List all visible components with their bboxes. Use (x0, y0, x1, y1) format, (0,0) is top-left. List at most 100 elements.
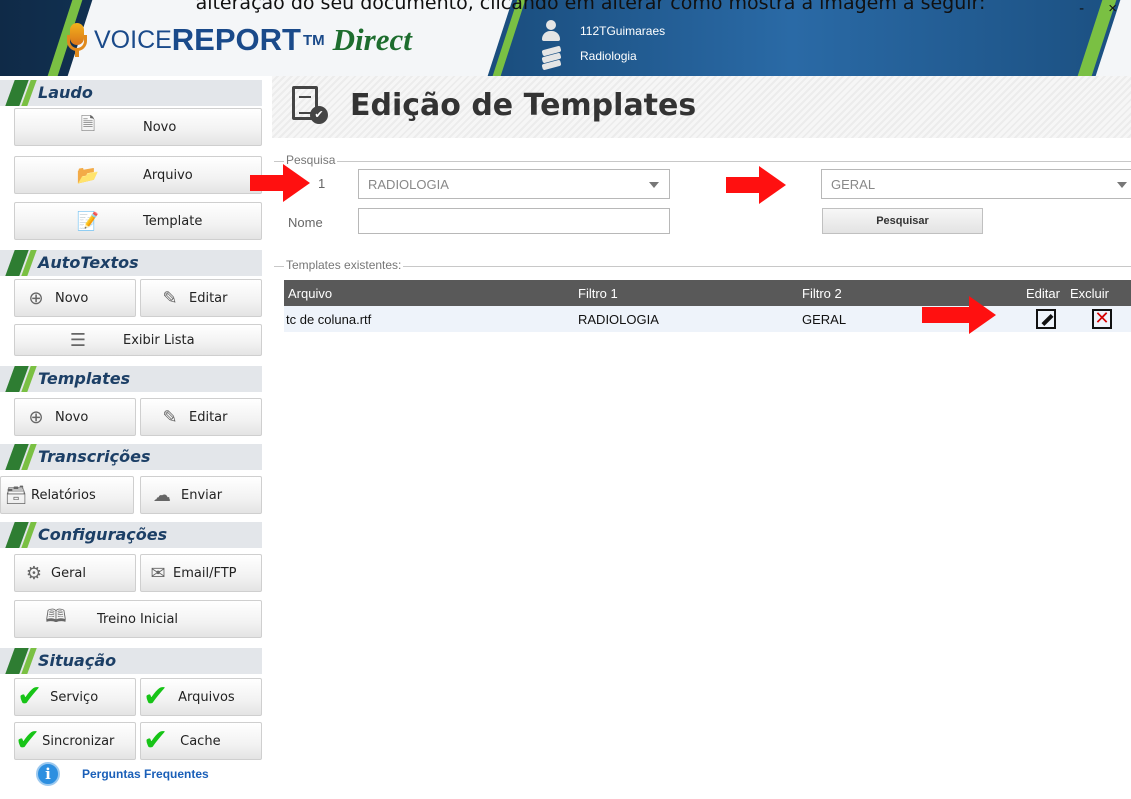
window-controls[interactable]: - × (1079, 0, 1127, 17)
autotextos-novo-button[interactable]: ⊕ Novo (14, 279, 136, 317)
arquivos-label: Arquivos (178, 689, 235, 705)
section-templates-label: Templates (38, 369, 131, 388)
check-icon: ✔ (17, 679, 43, 714)
department-info: Radiologia (540, 45, 637, 71)
gears-icon: ⚙ (25, 562, 43, 584)
treino-inicial-button[interactable]: 🕮 Treino Inicial (14, 600, 262, 638)
laudo-template-button[interactable]: 📝 Template (14, 202, 262, 240)
autotextos-exibir-lista-button[interactable]: ☰ Exibir Lista (14, 324, 262, 356)
app-logo: VOICE REPORT TM Direct (66, 22, 412, 58)
email-ftp-label: Email/FTP (173, 565, 237, 581)
logo-voice: VOICE (94, 25, 172, 54)
templates-editar-label: Editar (189, 409, 228, 425)
column-filtro1: Filtro 1 (578, 286, 618, 301)
check-icon: ✔ (143, 679, 169, 714)
cache-status-button[interactable]: ✔ Cache (140, 722, 262, 760)
template-icon: 📝 (76, 210, 100, 232)
autotextos-editar-button[interactable]: ✎ Editar (140, 279, 262, 317)
section-autotextos-label: AutoTextos (38, 253, 139, 272)
laudo-arquivo-label: Arquivo (143, 167, 193, 183)
laudo-novo-label: Novo (143, 119, 177, 135)
table-header: Arquivo Filtro 1 Filtro 2 Editar Excluir (284, 280, 1131, 306)
check-icon: ✔ (143, 723, 169, 758)
list-icon: ☰ (69, 329, 87, 351)
page-title: Edição de Templates (350, 88, 697, 123)
user-department: Radiologia (580, 49, 637, 63)
templates-novo-label: Novo (55, 409, 89, 425)
filter1-value: RADIOLOGIA (368, 177, 449, 192)
section-transcricoes-label: Transcrições (38, 447, 151, 466)
geral-button[interactable]: ⚙ Geral (14, 554, 136, 592)
edit-row-icon[interactable] (1036, 309, 1056, 329)
user-icon (540, 20, 562, 42)
plus-circle-icon: ⊕ (28, 406, 44, 428)
laudo-novo-button[interactable]: 🗎 Novo (14, 108, 262, 146)
email-ftp-button[interactable]: ✉ Email/FTP (140, 554, 262, 592)
cell-filtro2: GERAL (802, 312, 847, 327)
reports-icon: 🗃 (4, 484, 28, 506)
email-icon: ✉ (150, 562, 166, 584)
cell-filtro1: RADIOLOGIA (578, 312, 659, 327)
info-icon: i (36, 762, 60, 786)
folder-icon: 📂 (76, 164, 100, 186)
books-icon (540, 45, 562, 71)
laudo-arquivo-button[interactable]: 📂 Arquivo (14, 156, 262, 194)
red-arrow-icon (726, 166, 786, 204)
document-icon: 🗎 (80, 114, 96, 135)
relatorios-button[interactable]: 🗃 Relatórios (0, 476, 134, 514)
enviar-button[interactable]: ☁ Enviar (140, 476, 262, 514)
book-icon: 🕮 (45, 606, 67, 627)
section-laudo: Laudo (0, 80, 262, 106)
section-situacao-label: Situação (38, 651, 117, 670)
autotextos-editar-label: Editar (189, 290, 228, 306)
edit-icon: ✎ (162, 287, 178, 309)
geral-label: Geral (51, 565, 86, 581)
section-configuracoes-label: Configurações (38, 525, 168, 544)
plus-circle-icon: ⊕ (28, 287, 44, 309)
column-filtro2: Filtro 2 (802, 286, 842, 301)
microphone-icon (66, 23, 88, 57)
main-content: ✔ Edição de Templates Pesquisa 1 RADIOLO… (264, 76, 1131, 799)
faq-link[interactable]: i Perguntas Frequentes (36, 762, 209, 786)
edit-icon: ✎ (162, 406, 178, 428)
name-label: Nome (288, 215, 323, 230)
templates-group-label: Templates existentes: (284, 258, 404, 272)
cache-label: Cache (180, 733, 221, 749)
logo-report: REPORT (171, 22, 301, 57)
column-editar: Editar (1026, 286, 1060, 301)
sincronizar-label: Sincronizar (42, 733, 115, 749)
enviar-label: Enviar (181, 487, 223, 503)
templates-editar-button[interactable]: ✎ Editar (140, 398, 262, 436)
column-arquivo: Arquivo (288, 286, 333, 301)
cloud-upload-icon: ☁ (153, 484, 171, 506)
treino-inicial-label: Treino Inicial (97, 611, 179, 627)
filter2-select[interactable]: GERAL (821, 169, 1131, 199)
logo-tm: TM (302, 31, 325, 49)
name-input[interactable] (358, 208, 670, 234)
filter1-label: 1 (318, 176, 326, 191)
servico-label: Serviço (50, 689, 99, 705)
sidebar: Laudo 🗎 Novo 📂 Arquivo 📝 Template AutoTe… (0, 76, 264, 799)
section-situacao: Situação (0, 648, 262, 674)
laudo-template-label: Template (143, 213, 203, 229)
relatorios-label: Relatórios (31, 487, 96, 503)
pesquisar-button[interactable]: Pesquisar (822, 208, 983, 234)
sincronizar-status-button[interactable]: ✔ Sincronizar (14, 722, 136, 760)
section-templates: Templates (0, 366, 262, 392)
red-arrow-icon (250, 164, 310, 202)
page-title-bar: ✔ Edição de Templates (272, 76, 1131, 138)
section-transcricoes: Transcrições (0, 444, 262, 470)
servico-status-button[interactable]: ✔ Serviço (14, 678, 136, 716)
filter1-select[interactable]: RADIOLOGIA (358, 169, 670, 199)
user-info: 112TGuimaraes (540, 20, 665, 42)
document-caption: alteração do seu documento, clicando em … (195, 0, 986, 14)
arquivos-status-button[interactable]: ✔ Arquivos (140, 678, 262, 716)
delete-row-icon[interactable]: ✕ (1092, 309, 1112, 329)
check-icon: ✔ (15, 723, 41, 758)
templates-novo-button[interactable]: ⊕ Novo (14, 398, 136, 436)
logo-direct: Direct (332, 22, 412, 57)
section-configuracoes: Configurações (0, 522, 262, 548)
user-name: 112TGuimaraes (580, 24, 666, 38)
faq-label: Perguntas Frequentes (82, 767, 209, 781)
table-row[interactable]: tc de coluna.rtf RADIOLOGIA GERAL ✕ (284, 306, 1131, 332)
